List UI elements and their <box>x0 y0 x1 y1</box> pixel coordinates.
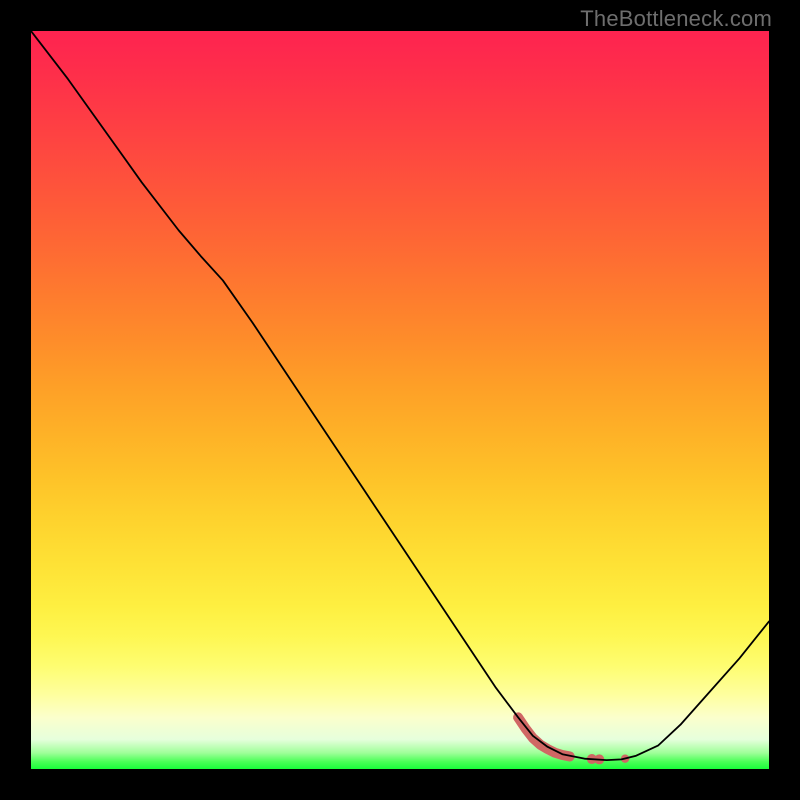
bottleneck-curve <box>31 31 769 760</box>
watermark-label: TheBottleneck.com <box>580 6 772 32</box>
plot-area <box>31 31 769 769</box>
chart-overlay <box>31 31 769 769</box>
chart-container: TheBottleneck.com <box>0 0 800 800</box>
